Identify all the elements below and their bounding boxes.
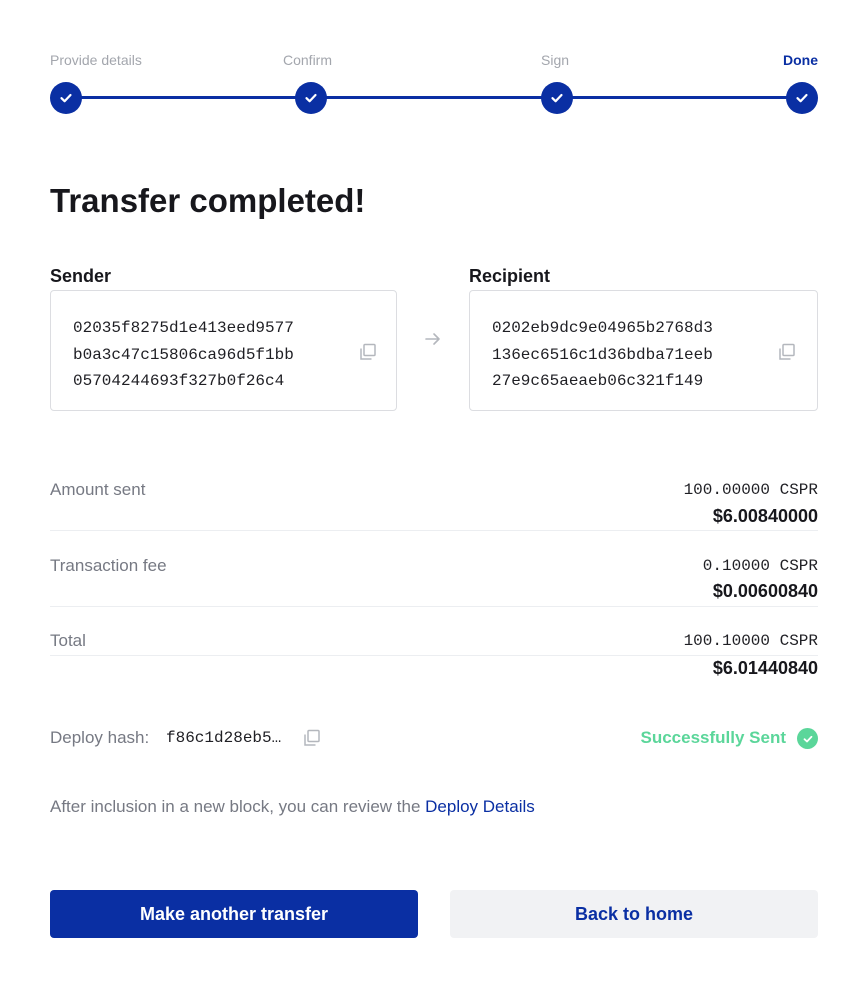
- sender-address-box: 02035f8275d1e413eed9577 b0a3c47c15806ca9…: [50, 290, 397, 411]
- info-message: After inclusion in a new block, you can …: [50, 797, 426, 816]
- step-check-icon: [541, 82, 573, 114]
- total-cspr: 100.10000 CSPR: [683, 632, 818, 650]
- make-another-transfer-button[interactable]: Make another transfer: [50, 890, 418, 938]
- copy-icon[interactable]: [302, 728, 322, 748]
- deploy-hash-value: f86c1d28eb5…: [166, 729, 282, 747]
- divider: [50, 606, 818, 607]
- arrow-right-icon: [425, 333, 440, 345]
- step-label-provide-details: Provide details: [50, 52, 142, 68]
- recipient-address-line: 27e9c65aeaeb06c321f149: [492, 372, 704, 390]
- sender-label: Sender: [50, 266, 112, 286]
- amount-sent-cspr: 100.00000 CSPR: [683, 481, 818, 499]
- status-text: Successfully Sent: [640, 728, 786, 747]
- copy-icon[interactable]: [358, 342, 378, 362]
- sender-address-line: b0a3c47c15806ca96d5f1bb: [73, 345, 294, 364]
- transaction-fee-fiat: $0.00600840: [712, 581, 818, 601]
- divider: [50, 655, 818, 656]
- info-text: After inclusion in a new block, you can …: [50, 797, 535, 817]
- transaction-fee-cspr: 0.10000 CSPR: [702, 557, 818, 575]
- step-label-sign: Sign: [541, 52, 570, 68]
- page-title: Transfer completed!: [50, 182, 366, 219]
- step-label-confirm: Confirm: [283, 52, 333, 68]
- recipient-address: 0202eb9dc9e04965b2768d3 136ec6516c1d36bd…: [492, 315, 713, 395]
- amount-sent-label: Amount sent: [50, 480, 146, 499]
- back-to-home-button[interactable]: Back to home: [450, 890, 818, 938]
- success-check-icon: [797, 728, 818, 749]
- recipient-address-line: 136ec6516c1d36bdba71eeb: [492, 345, 713, 364]
- deploy-details-link[interactable]: Deploy Details: [425, 797, 535, 816]
- total-label: Total: [50, 631, 86, 650]
- recipient-address-box: 0202eb9dc9e04965b2768d3 136ec6516c1d36bd…: [469, 290, 818, 411]
- divider: [50, 530, 818, 531]
- deploy-hash-label: Deploy hash:: [50, 728, 150, 747]
- step-check-icon: [50, 82, 82, 114]
- step-check-icon: [786, 82, 818, 114]
- transaction-fee-label: Transaction fee: [50, 556, 167, 575]
- total-fiat: $6.01440840: [712, 658, 818, 678]
- stepper-progress-line: [66, 96, 802, 99]
- amount-sent-fiat: $6.00840000: [712, 506, 818, 526]
- step-check-icon: [295, 82, 327, 114]
- sender-address-line: 02035f8275d1e413eed9577: [73, 319, 294, 337]
- recipient-address-line: 0202eb9dc9e04965b2768d3: [492, 319, 713, 337]
- copy-icon[interactable]: [777, 342, 797, 362]
- step-label-done: Done: [783, 52, 818, 68]
- sender-address: 02035f8275d1e413eed9577 b0a3c47c15806ca9…: [73, 315, 294, 395]
- recipient-label: Recipient: [469, 266, 551, 286]
- sender-address-line: 05704244693f327b0f26c4: [73, 372, 285, 390]
